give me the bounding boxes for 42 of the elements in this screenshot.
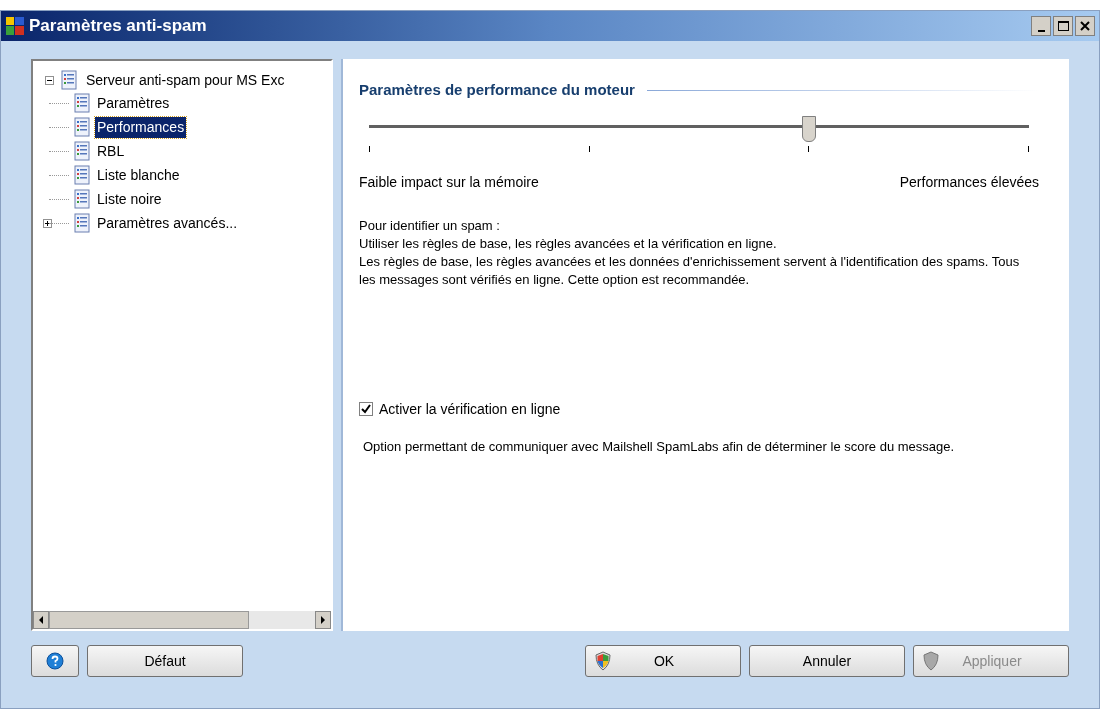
online-check-checkbox-row[interactable]: Activer la vérification en ligne [359, 398, 1039, 420]
document-icon [73, 165, 91, 185]
shield-icon [594, 651, 612, 671]
max-label: Performances élevées [899, 172, 1039, 192]
description-text: Utiliser les règles de base, les règles avancées et la vérification en ligne. [359, 234, 778, 253]
collapse-toggle[interactable] [45, 75, 54, 85]
option-note: Option permettant de communiquer avec Mailshell SpamLabs afin de déterminer le score du message. [362, 437, 956, 456]
shield-icon [922, 651, 940, 671]
tree-item[interactable]: Liste noire [95, 188, 164, 210]
ok-button[interactable]: OK [585, 645, 741, 677]
document-icon [73, 213, 91, 233]
tree-item[interactable]: RBL [95, 140, 127, 162]
help-icon [46, 652, 64, 670]
checkbox[interactable] [359, 402, 373, 416]
tree-item[interactable]: Performances [95, 116, 187, 138]
document-icon [73, 189, 91, 209]
tree-item[interactable]: Paramètres [95, 92, 172, 114]
description-text: Les règles de base, les règles avancées et les données d'enrichissement servent à l'identification des spams. Tous les messages sont vérifiés en ligne. Cette option est recommandée. [359, 252, 1021, 289]
slider-thumb[interactable] [802, 115, 817, 142]
horizontal-scrollbar[interactable] [33, 611, 331, 629]
minimize-button[interactable] [1031, 16, 1051, 36]
document-icon [73, 93, 91, 113]
maximize-button[interactable] [1053, 16, 1073, 36]
min-label: Faible impact sur la mémoire [359, 172, 539, 192]
expand-toggle[interactable] [43, 218, 52, 228]
help-button[interactable] [31, 645, 79, 677]
tree-item[interactable]: Serveur anti-spam pour MS Exc [84, 69, 287, 91]
slider-track[interactable] [369, 115, 1029, 140]
close-icon [1080, 21, 1090, 31]
document-icon [73, 117, 91, 137]
cancel-button[interactable]: Annuler [749, 645, 905, 677]
document-icon [60, 70, 78, 90]
description-text: Pour identifier un spam : [359, 216, 501, 235]
checkbox-label: Activer la vérification en ligne [379, 399, 561, 419]
document-icon [73, 141, 91, 161]
section-title: Paramètres de performance du moteur [359, 80, 635, 100]
window-title: Paramètres anti-spam [29, 15, 208, 38]
app-logo-icon [5, 16, 25, 36]
default-button[interactable]: Défaut [87, 645, 243, 677]
tree-item[interactable]: Liste blanche [95, 164, 182, 186]
close-button[interactable] [1075, 16, 1095, 36]
tree-item[interactable]: Paramètres avancés... [95, 212, 240, 234]
